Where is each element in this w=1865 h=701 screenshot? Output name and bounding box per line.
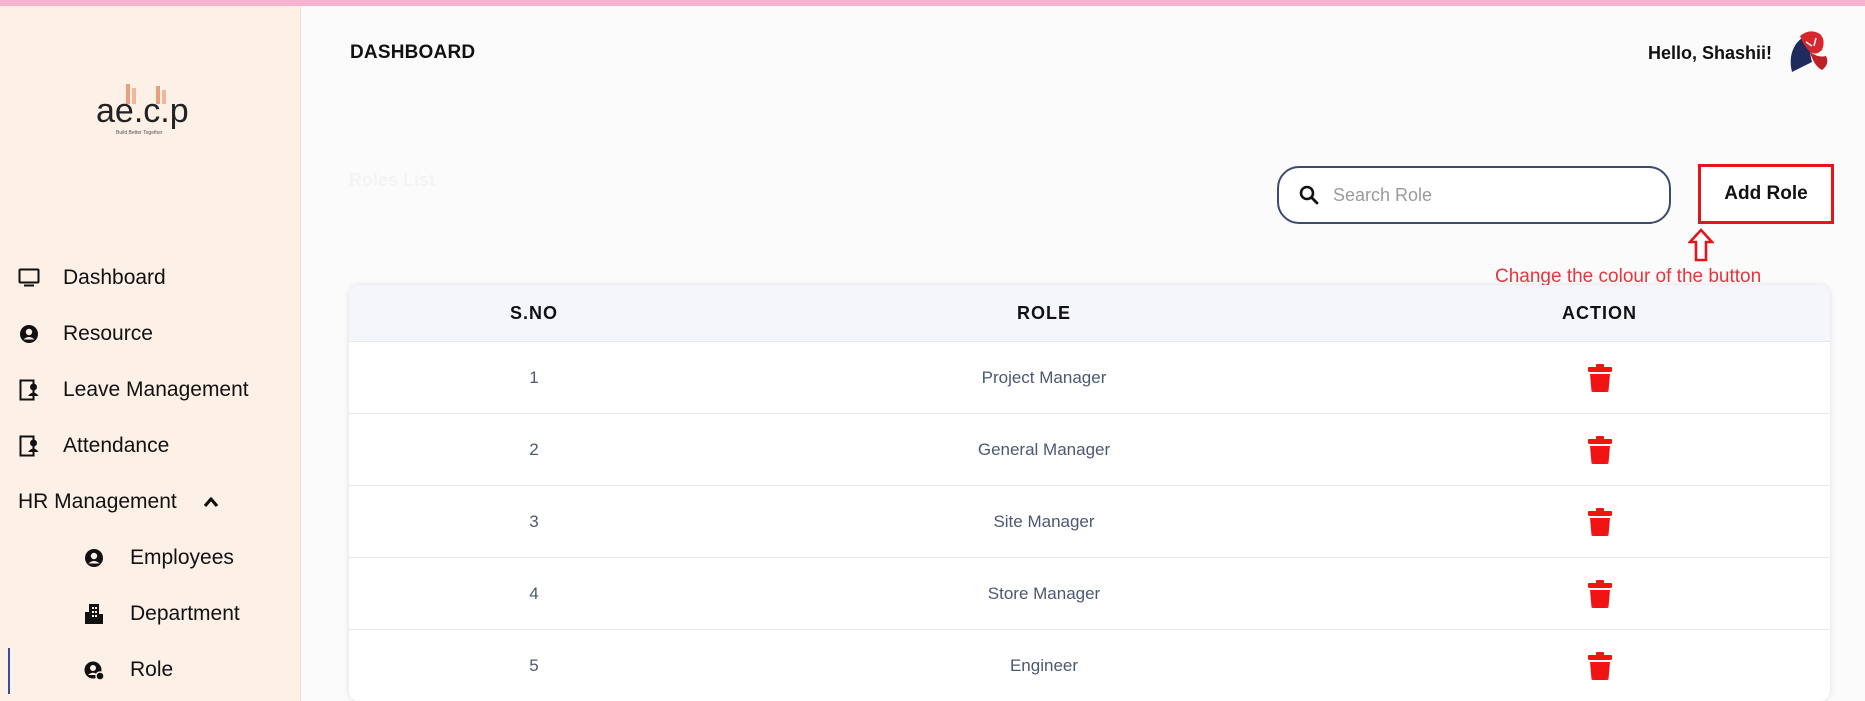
table-row: 2 General Manager: [349, 414, 1830, 486]
sidebar-item-hr-management[interactable]: HR Management: [18, 482, 219, 522]
row-action: [1369, 651, 1830, 681]
delete-icon[interactable]: [1587, 579, 1613, 609]
row-sno: 1: [529, 367, 539, 387]
search-box[interactable]: [1277, 166, 1671, 224]
column-header-action: ACTION: [1562, 302, 1637, 323]
row-role: General Manager: [977, 439, 1111, 459]
company-logo: ae.c.p Build Better Together: [96, 84, 189, 136]
sidebar-item-resource[interactable]: Resource: [17, 314, 153, 354]
row-action: [1369, 507, 1830, 537]
row-role: Site Manager: [993, 511, 1095, 531]
delete-icon[interactable]: [1587, 651, 1613, 681]
row-sno: 2: [529, 439, 539, 459]
delete-icon[interactable]: [1587, 507, 1613, 537]
sidebar-item-label: Resource: [63, 322, 153, 345]
row-role: Project Manager: [981, 367, 1107, 387]
user-badge-icon: [17, 434, 41, 458]
user-circle-icon: [17, 322, 41, 346]
user-badge-icon: [17, 378, 41, 402]
row-action: [1369, 435, 1830, 465]
sidebar-item-label: HR Management: [18, 490, 177, 513]
roles-table: S.NO ROLE ACTION 1 Project Manager 2 Gen…: [349, 285, 1830, 701]
sidebar-item-label: Dashboard: [63, 266, 166, 289]
row-role: Engineer: [1009, 655, 1079, 675]
sidebar-item-role[interactable]: Role: [82, 650, 173, 690]
search-icon: [1299, 185, 1319, 205]
table-row: 5 Engineer: [349, 630, 1830, 701]
sidebar-item-label: Leave Management: [63, 378, 249, 401]
svg-text:ae.c.p: ae.c.p: [96, 92, 189, 130]
add-role-button[interactable]: Add Role: [1698, 164, 1834, 224]
delete-icon[interactable]: [1587, 363, 1613, 393]
building-icon: [82, 602, 106, 626]
table-row: 4 Store Manager: [349, 558, 1830, 630]
column-header-sno: S.NO: [509, 302, 558, 323]
table-row: 1 Project Manager: [349, 342, 1830, 414]
active-indicator: [8, 648, 10, 694]
sidebar-item-attendance[interactable]: Attendance: [17, 426, 169, 466]
sidebar: ae.c.p Build Better Together Dashboard R…: [0, 6, 301, 701]
column-header-role: ROLE: [1016, 302, 1071, 323]
svg-text:Build Better Together: Build Better Together: [116, 130, 163, 136]
search-input[interactable]: [1333, 184, 1653, 206]
table-header: S.NO ROLE ACTION: [349, 285, 1830, 342]
row-sno: 3: [529, 511, 539, 531]
sidebar-item-label: Role: [130, 658, 174, 681]
sidebar-item-label: Department: [130, 602, 240, 625]
sidebar-item-department[interactable]: Department: [82, 594, 240, 634]
sidebar-item-label: Employees: [130, 546, 234, 569]
role-icon: [82, 658, 106, 682]
section-title: Roles List: [349, 170, 436, 190]
table-row: 3 Site Manager: [349, 486, 1830, 558]
row-role: Store Manager: [987, 583, 1101, 603]
row-sno: 4: [529, 583, 539, 603]
user-greeting: Hello, Shashii!: [1648, 43, 1773, 63]
row-sno: 5: [529, 655, 539, 675]
user-circle-icon: [82, 546, 106, 570]
row-action: [1369, 579, 1830, 609]
chevron-up-icon[interactable]: [203, 496, 219, 508]
sidebar-item-label: Attendance: [63, 434, 170, 457]
monitor-icon: [17, 266, 41, 290]
sidebar-item-leave-management[interactable]: Leave Management: [17, 370, 249, 410]
delete-icon[interactable]: [1587, 435, 1613, 465]
row-action: [1369, 363, 1830, 393]
annotation-arrow-icon: [1688, 228, 1714, 262]
sidebar-item-dashboard[interactable]: Dashboard: [17, 258, 166, 298]
page-title: DASHBOARD: [350, 42, 476, 63]
sidebar-item-employees[interactable]: Employees: [82, 538, 234, 578]
avatar[interactable]: [1782, 26, 1834, 78]
